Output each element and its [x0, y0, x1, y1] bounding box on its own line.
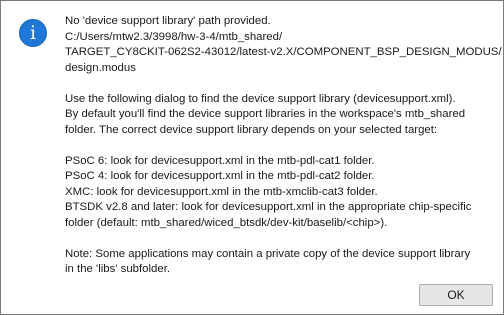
message-paragraph-path: No 'device support library' path provide… — [65, 14, 502, 76]
message-line: in the 'libs' subfolder. — [65, 263, 171, 275]
message-dialog: i No 'device support library' path provi… — [0, 0, 504, 315]
message-line: No 'device support library' path provide… — [65, 15, 271, 27]
message-line: By default you'll find the device suppor… — [65, 108, 466, 120]
message-line: XMC: look for devicesupport.xml in the m… — [65, 185, 378, 198]
message-line: Note: Some applications may contain a pr… — [65, 247, 471, 260]
message-line: PSoC 6: look for devicesupport.xml in th… — [65, 154, 375, 167]
message-line: PSoC 4: look for devicesupport.xml in th… — [65, 170, 375, 182]
message-line: Use the following dialog to find the dev… — [65, 92, 456, 105]
message-line: design.modus — [65, 61, 136, 74]
message-line: folder. The correct device support libra… — [65, 123, 438, 136]
message-line: TARGET_CY8CKIT-062S2-43012/latest-v2.X/C… — [65, 46, 502, 58]
message-line: C:/Users/mtw2.3/3998/hw-3-4/mtb_shared/ — [65, 30, 283, 43]
message-paragraph-note: Note: Some applications may contain a pr… — [65, 247, 497, 278]
message-paragraph-instructions: Use the following dialog to find the dev… — [65, 92, 497, 139]
message-line: BTSDK v2.8 and later: look for devicesup… — [65, 201, 472, 213]
info-icon: i — [19, 19, 47, 47]
message-paragraph-targets: PSoC 6: look for devicesupport.xml in th… — [65, 154, 497, 232]
dialog-message: No 'device support library' path provide… — [65, 14, 502, 278]
message-line: folder (default: mtb_shared/wiced_btsdk/… — [65, 216, 388, 229]
ok-button[interactable]: OK — [419, 284, 493, 306]
